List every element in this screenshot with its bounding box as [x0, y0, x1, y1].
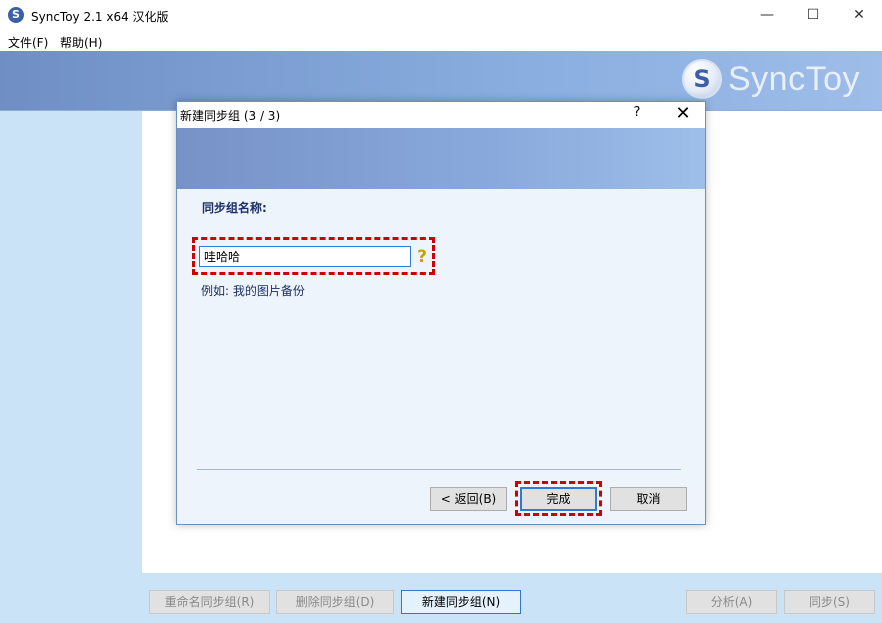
window-titlebar: S SyncToy 2.1 x64 汉化版 — ☐ ✕ — [0, 0, 882, 31]
sync-icon: S — [8, 7, 24, 23]
example-text: 例如: 我的图片备份 — [201, 284, 305, 298]
dialog-title: 新建同步组 (3 / 3) — [180, 109, 281, 123]
analyze-button[interactable]: 分析(A) — [686, 590, 777, 614]
synctoy-logo: S SyncToy — [682, 57, 860, 101]
delete-group-button[interactable]: 删除同步组(D) — [276, 590, 394, 614]
menu-bar: 文件(F) 帮助(H) — [0, 31, 882, 51]
minimize-button[interactable]: — — [744, 0, 790, 31]
finish-button[interactable]: 完成 — [520, 487, 597, 511]
dialog-titlebar: 新建同步组 (3 / 3) ? ✕ — [177, 102, 705, 128]
sync-button[interactable]: 同步(S) — [784, 590, 875, 614]
new-sync-group-dialog: 新建同步组 (3 / 3) ? ✕ 同步组名称: ? 例如: 我的图片备份 < … — [176, 101, 706, 525]
menu-file[interactable]: 文件(F) — [8, 34, 48, 51]
cancel-button[interactable]: 取消 — [610, 487, 687, 511]
rename-group-button[interactable]: 重命名同步组(R) — [149, 590, 270, 614]
dialog-help-button[interactable]: ? — [625, 105, 649, 120]
close-button[interactable]: ✕ — [836, 0, 882, 31]
sidebar — [0, 111, 142, 573]
dialog-close-button[interactable]: ✕ — [671, 103, 695, 124]
back-button[interactable]: < 返回(B) — [430, 487, 507, 511]
new-group-button[interactable]: 新建同步组(N) — [401, 590, 521, 614]
synctoy-logo-text: SyncToy — [728, 59, 860, 98]
maximize-button[interactable]: ☐ — [790, 0, 836, 31]
window-title: SyncToy 2.1 x64 汉化版 — [31, 10, 169, 24]
dialog-header-banner — [177, 128, 705, 189]
help-question-icon[interactable]: ? — [415, 248, 429, 266]
group-name-input[interactable] — [199, 246, 411, 267]
dialog-divider — [197, 469, 681, 470]
synctoy-logo-icon: S — [682, 59, 722, 99]
menu-help[interactable]: 帮助(H) — [60, 34, 102, 51]
group-name-label: 同步组名称: — [202, 201, 267, 215]
